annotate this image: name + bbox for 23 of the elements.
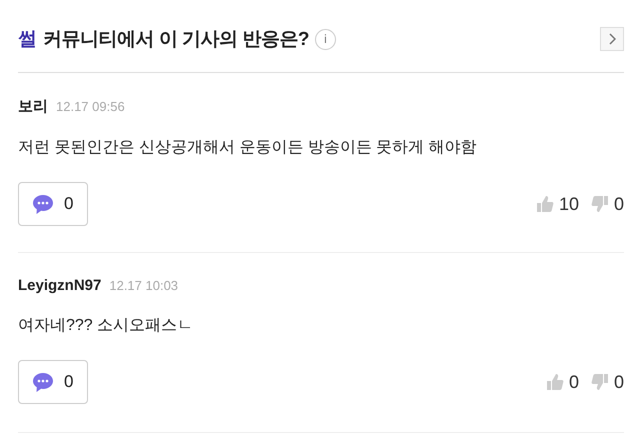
brand-label: 썰 [18, 28, 37, 52]
thumbs-down-icon [590, 373, 609, 391]
speech-bubble-icon [32, 372, 54, 392]
comment-author: 보리 [18, 97, 48, 116]
thumbs-up-icon [536, 195, 554, 213]
dislike-button[interactable]: 0 [590, 372, 624, 392]
comment-time: 12.17 09:56 [56, 99, 125, 114]
comment-time: 12.17 10:03 [109, 278, 178, 293]
thumbs-up-icon [546, 373, 564, 391]
info-icon[interactable]: i [314, 28, 336, 50]
comment-text: 여자네??? 소시오패스ㄴ [18, 316, 194, 336]
like-button[interactable]: 10 [536, 194, 579, 214]
chevron-right-icon [608, 33, 616, 45]
comment-text: 저런 못된인간은 신상공개해서 운동이든 방송이든 못하게 해야함 [18, 138, 478, 158]
reply-button[interactable]: 0 [18, 360, 88, 404]
next-button[interactable] [600, 27, 624, 51]
thumbs-down-icon [590, 195, 609, 213]
speech-bubble-icon [32, 194, 54, 214]
comment-author: LeyigznN97 [18, 277, 102, 294]
like-button[interactable]: 0 [546, 372, 579, 392]
dislike-button[interactable]: 0 [590, 194, 624, 214]
section-title: 커뮤니티에서 이 기사의 반응은? [43, 28, 309, 52]
reply-button[interactable]: 0 [18, 182, 88, 226]
